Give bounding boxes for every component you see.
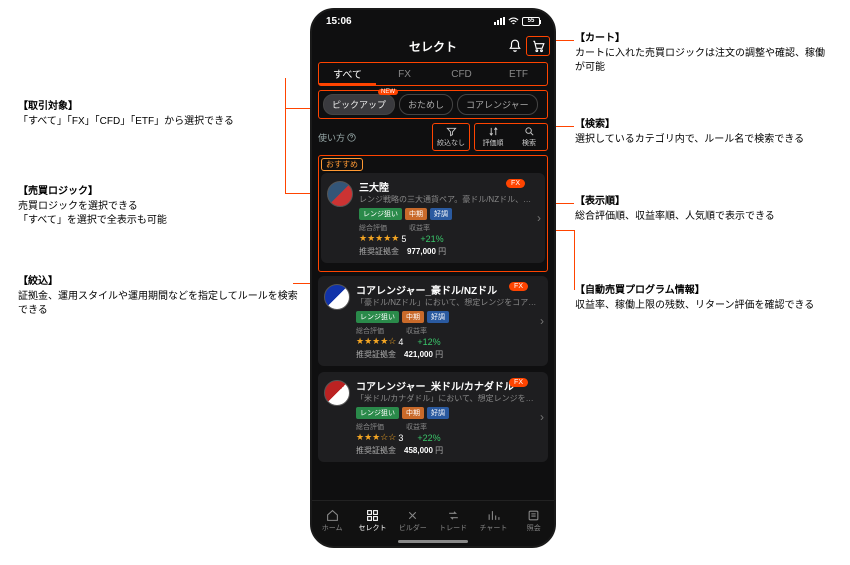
- new-badge: NEW: [378, 89, 398, 95]
- nav-trade[interactable]: トレード: [433, 501, 473, 540]
- status-icons: 55: [494, 17, 540, 26]
- nav-inquiry[interactable]: 照会: [514, 501, 554, 540]
- card-row[interactable]: 三大陸 レンジ戦略の三大通貨ペア。豪ドル/NZドル、ユー… レンジ狙い 中期 好…: [321, 173, 545, 263]
- chevron-right-icon: ›: [537, 211, 541, 225]
- select-icon: [366, 509, 379, 522]
- builder-icon: [406, 509, 419, 522]
- search-icon: [524, 126, 535, 137]
- status-time: 15:06: [326, 16, 352, 27]
- home-indicator: [398, 540, 468, 543]
- sort-button[interactable]: 評価順: [475, 124, 511, 150]
- return-value: +21%: [420, 234, 443, 244]
- leader: [574, 230, 575, 290]
- signal-icon: [494, 17, 505, 25]
- asset-tabs: すべて FX CFD ETF: [318, 62, 548, 86]
- chevron-right-icon: ›: [540, 314, 544, 328]
- anno-logic: 【売買ロジック】 売買ロジックを選択できる 「すべて」を選択で全表示も可能: [18, 185, 288, 229]
- anno-search: 【検索】 選択しているカテゴリ内で、ルール名で検索できる: [575, 118, 830, 147]
- page-title: セレクト: [409, 38, 457, 55]
- flag-icon: [327, 181, 353, 207]
- nav-select[interactable]: セレクト: [352, 501, 392, 540]
- usage-link[interactable]: 使い方: [318, 131, 428, 144]
- chip-trial[interactable]: おためし: [399, 94, 453, 115]
- home-icon: [326, 509, 339, 522]
- card-sub: 「豪ドル/NZドル」において、想定レンジをコアレン…: [356, 297, 542, 308]
- tab-cfd[interactable]: CFD: [433, 63, 490, 85]
- filter-bar: 使い方 絞込なし 評価順 検索: [318, 123, 548, 151]
- leader: [554, 40, 574, 41]
- rating-stars: ★★★★★5 +21%: [359, 233, 539, 244]
- card-list: おすすめ 三大陸 レンジ戦略の三大通貨ペア。豪ドル/NZドル、ユー… レンジ狙い…: [312, 151, 554, 500]
- fx-badge: FX: [506, 179, 525, 188]
- card-sub: 「米ドル/カナダドル」において、想定レンジを…: [356, 393, 542, 404]
- card-row[interactable]: コアレンジャー_豪ドル/NZドル 「豪ドル/NZドル」において、想定レンジをコア…: [318, 276, 548, 366]
- chevron-right-icon: ›: [540, 410, 544, 424]
- anno-filter: 【絞込】 証拠金、運用スタイルや運用期間などを指定してルールを検索できる: [18, 275, 298, 319]
- search-button[interactable]: 検索: [511, 124, 547, 150]
- funnel-icon: [446, 126, 457, 137]
- logic-chips: ピックアップ NEW おためし コアレンジャー: [318, 90, 548, 119]
- battery-icon: 55: [522, 17, 540, 26]
- leader: [285, 108, 286, 193]
- sort-icon: [488, 126, 499, 137]
- phone-frame: 15:06 55 セレクト すべて FX CFD ETF ピックアップ NEW …: [310, 8, 556, 548]
- recommend-label: おすすめ: [321, 158, 363, 171]
- anno-cart: 【カート】 カートに入れた売買ロジックは注文の調整や確認、稼働が可能: [575, 32, 825, 76]
- card-sub: レンジ戦略の三大通貨ペア。豪ドル/NZドル、ユー…: [359, 194, 539, 205]
- anno-program: 【自動売買プログラム情報】 収益率、稼働上限の残数、リターン評価を確認できる: [575, 284, 835, 313]
- flag-icon: [324, 284, 350, 310]
- bottom-nav: ホーム セレクト ビルダー トレード チャート 照会: [312, 500, 554, 540]
- nav-chart[interactable]: チャート: [473, 501, 513, 540]
- card-row[interactable]: コアレンジャー_米ドル/カナダドル 「米ドル/カナダドル」において、想定レンジを…: [318, 372, 548, 462]
- chip-coreranger[interactable]: コアレンジャー: [457, 94, 538, 115]
- bell-icon[interactable]: [504, 35, 526, 57]
- anno-sort: 【表示順】 総合評価順、収益率順、人気順で表示できる: [575, 195, 835, 224]
- cart-button[interactable]: [526, 36, 550, 56]
- chip-pickup[interactable]: ピックアップ NEW: [323, 94, 395, 115]
- inquiry-icon: [527, 509, 540, 522]
- trade-icon: [447, 509, 460, 522]
- wifi-icon: [508, 17, 519, 26]
- tab-etf[interactable]: ETF: [490, 63, 547, 85]
- help-icon: [347, 133, 356, 142]
- status-bar: 15:06 55: [312, 10, 554, 32]
- chart-icon: [487, 509, 500, 522]
- anno-target: 【取引対象】 「すべて」「FX」「CFD」「ETF」から選択できる: [18, 100, 288, 129]
- nav-builder[interactable]: ビルダー: [393, 501, 433, 540]
- card-tags: レンジ狙い 中期 好調: [359, 208, 539, 220]
- filter-button[interactable]: 絞込なし: [433, 124, 469, 150]
- nav-home[interactable]: ホーム: [312, 501, 352, 540]
- highlighted-card: おすすめ 三大陸 レンジ戦略の三大通貨ペア。豪ドル/NZドル、ユー… レンジ狙い…: [318, 155, 548, 272]
- tab-fx[interactable]: FX: [376, 63, 433, 85]
- flag-icon: [324, 380, 350, 406]
- leader: [285, 78, 286, 108]
- tab-all[interactable]: すべて: [319, 63, 376, 85]
- top-bar: セレクト: [312, 32, 554, 60]
